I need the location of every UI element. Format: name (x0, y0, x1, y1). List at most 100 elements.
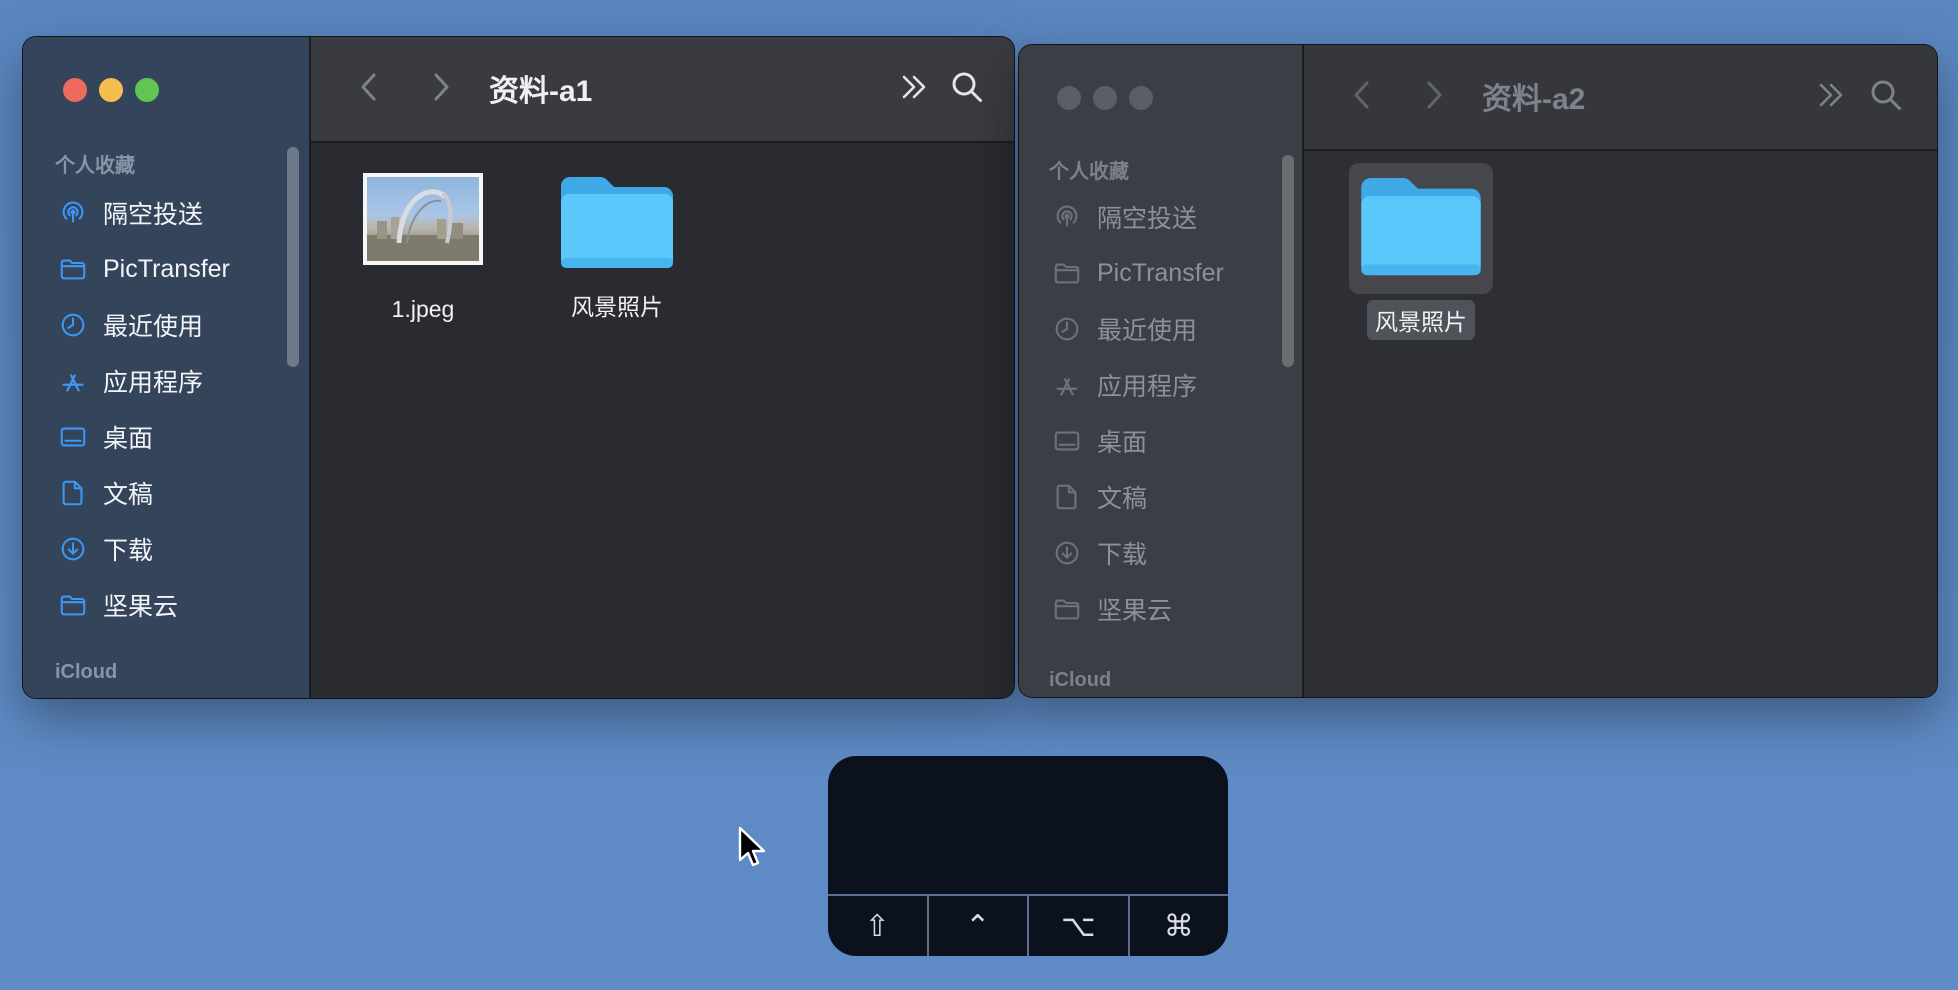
document-icon (57, 477, 89, 509)
file-browser-content[interactable]: 1.jpeg 风景照片 (311, 143, 1014, 698)
clock-icon (57, 309, 89, 341)
double-chevron-right-icon (1819, 83, 1843, 107)
folder-icon (1051, 593, 1083, 625)
minimize-button[interactable] (99, 78, 123, 102)
favorites-list: 隔空投送 PicTransfer 最近使用 应用程序 桌面 文稿 下载 坚果云 (1019, 189, 1305, 637)
finder-window-a2[interactable]: 个人收藏 隔空投送 PicTransfer 最近使用 应用程序 桌面 文稿 下载… (1018, 44, 1938, 698)
file-browser-content[interactable]: 风景照片 (1304, 151, 1937, 697)
sidebar-item-documents[interactable]: 文稿 (1019, 469, 1305, 525)
sidebar-item-pictransfer[interactable]: PicTransfer (1019, 245, 1305, 301)
zoom-button[interactable] (135, 78, 159, 102)
more-toolbar-button[interactable] (1812, 75, 1852, 115)
selection-highlight (1349, 163, 1493, 294)
sidebar-item-airdrop[interactable]: 隔空投送 (1019, 189, 1305, 245)
window-title: 资料-a1 (489, 75, 593, 108)
sidebar-item-airdrop[interactable]: 隔空投送 (23, 185, 309, 241)
icloud-section-label: iCloud (55, 661, 118, 683)
sidebar-item-label: 文稿 (103, 481, 154, 509)
modifier-keys-row: ⇧ ⌃ ⌥ ⌘ (828, 894, 1228, 956)
toolbar: 资料-a2 (1304, 45, 1937, 151)
more-toolbar-button[interactable] (895, 67, 935, 107)
shift-key[interactable]: ⇧ (828, 896, 929, 956)
search-button[interactable] (1866, 75, 1906, 115)
file-name: 风景照片 (571, 294, 663, 320)
sidebar-item-label: 坚果云 (103, 593, 179, 621)
sidebar-item-label: 应用程序 (103, 369, 204, 397)
favorites-section-label: 个人收藏 (55, 155, 135, 177)
chevron-right-icon (1427, 81, 1442, 109)
finder-window-a1[interactable]: 个人收藏 隔空投送 PicTransfer 最近使用 应用程序 桌面 文稿 下载… (22, 36, 1015, 699)
back-button[interactable] (1342, 75, 1382, 115)
chevron-left-icon (1354, 81, 1369, 109)
favorites-list: 隔空投送 PicTransfer 最近使用 应用程序 桌面 文稿 下载 坚果云 (23, 185, 309, 633)
sidebar-item-label: 桌面 (103, 425, 154, 453)
apps-icon (57, 365, 89, 397)
image-thumbnail (363, 173, 483, 265)
apps-icon (1051, 369, 1083, 401)
window-controls (1057, 86, 1153, 110)
close-button[interactable] (63, 78, 87, 102)
forward-button[interactable] (1414, 75, 1454, 115)
sidebar-item-label: 最近使用 (1097, 317, 1198, 345)
sidebar-item-pictransfer[interactable]: PicTransfer (23, 241, 309, 297)
minimize-button[interactable] (1093, 86, 1117, 110)
folder-icon (557, 171, 677, 273)
sidebar-item-label: 下载 (103, 537, 154, 565)
close-button[interactable] (1057, 86, 1081, 110)
sculpture-photo-icon (367, 189, 479, 261)
folder-icon (57, 589, 89, 621)
sidebar-item-recents[interactable]: 最近使用 (1019, 301, 1305, 357)
sidebar-item-label: 应用程序 (1097, 373, 1198, 401)
modifier-keys-panel: ⇧ ⌃ ⌥ ⌘ (828, 756, 1228, 956)
airdrop-icon (57, 197, 89, 229)
sidebar-scrollbar[interactable] (1282, 155, 1294, 367)
window-title: 资料-a2 (1482, 83, 1586, 116)
chevron-right-icon (434, 73, 449, 101)
search-button[interactable] (947, 67, 987, 107)
sidebar-item-applications[interactable]: 应用程序 (1019, 357, 1305, 413)
sidebar-item-label: PicTransfer (103, 254, 230, 283)
control-key[interactable]: ⌃ (929, 896, 1029, 956)
sidebar: 个人收藏 隔空投送 PicTransfer 最近使用 应用程序 桌面 文稿 下载… (1019, 45, 1305, 697)
sidebar-item-label: 最近使用 (103, 313, 204, 341)
sidebar-item-label: 隔空投送 (1097, 205, 1198, 233)
sidebar-item-jianguoyun[interactable]: 坚果云 (1019, 581, 1305, 637)
clock-icon (1051, 313, 1083, 345)
folder-icon (1357, 171, 1485, 281)
download-icon (1051, 537, 1083, 569)
sidebar-item-label: 文稿 (1097, 485, 1148, 513)
double-chevron-right-icon (902, 75, 926, 99)
search-icon (952, 72, 982, 102)
sidebar-scrollbar[interactable] (287, 147, 299, 367)
window-controls (63, 78, 159, 102)
desktop-icon (57, 421, 89, 453)
command-key[interactable]: ⌘ (1130, 896, 1229, 956)
document-icon (1051, 481, 1083, 513)
sidebar-item-jianguoyun[interactable]: 坚果云 (23, 577, 309, 633)
toolbar: 资料-a1 (311, 37, 1014, 143)
sidebar-item-documents[interactable]: 文稿 (23, 465, 309, 521)
file-item-folder[interactable]: 风景照片 (547, 171, 687, 325)
sidebar-item-applications[interactable]: 应用程序 (23, 353, 309, 409)
file-name: 1.jpeg (391, 296, 455, 322)
search-icon (1871, 80, 1901, 110)
folder-icon (1051, 257, 1083, 289)
zoom-button[interactable] (1129, 86, 1153, 110)
sidebar-item-label: 桌面 (1097, 429, 1148, 457)
folder-icon (57, 253, 89, 285)
file-item-folder-selected[interactable]: 风景照片 (1346, 163, 1496, 340)
sidebar-item-downloads[interactable]: 下载 (23, 521, 309, 577)
sidebar-item-label: 坚果云 (1097, 597, 1173, 625)
sidebar-item-downloads[interactable]: 下载 (1019, 525, 1305, 581)
back-button[interactable] (349, 67, 389, 107)
sidebar-item-label: 下载 (1097, 541, 1148, 569)
sidebar-item-desktop[interactable]: 桌面 (1019, 413, 1305, 469)
forward-button[interactable] (421, 67, 461, 107)
sidebar-item-desktop[interactable]: 桌面 (23, 409, 309, 465)
sidebar-item-recents[interactable]: 最近使用 (23, 297, 309, 353)
file-item-image[interactable]: 1.jpeg (363, 173, 483, 326)
airdrop-icon (1051, 201, 1083, 233)
file-name: 风景照片 (1367, 300, 1475, 340)
option-key[interactable]: ⌥ (1029, 896, 1130, 956)
mouse-cursor-icon (738, 826, 766, 867)
